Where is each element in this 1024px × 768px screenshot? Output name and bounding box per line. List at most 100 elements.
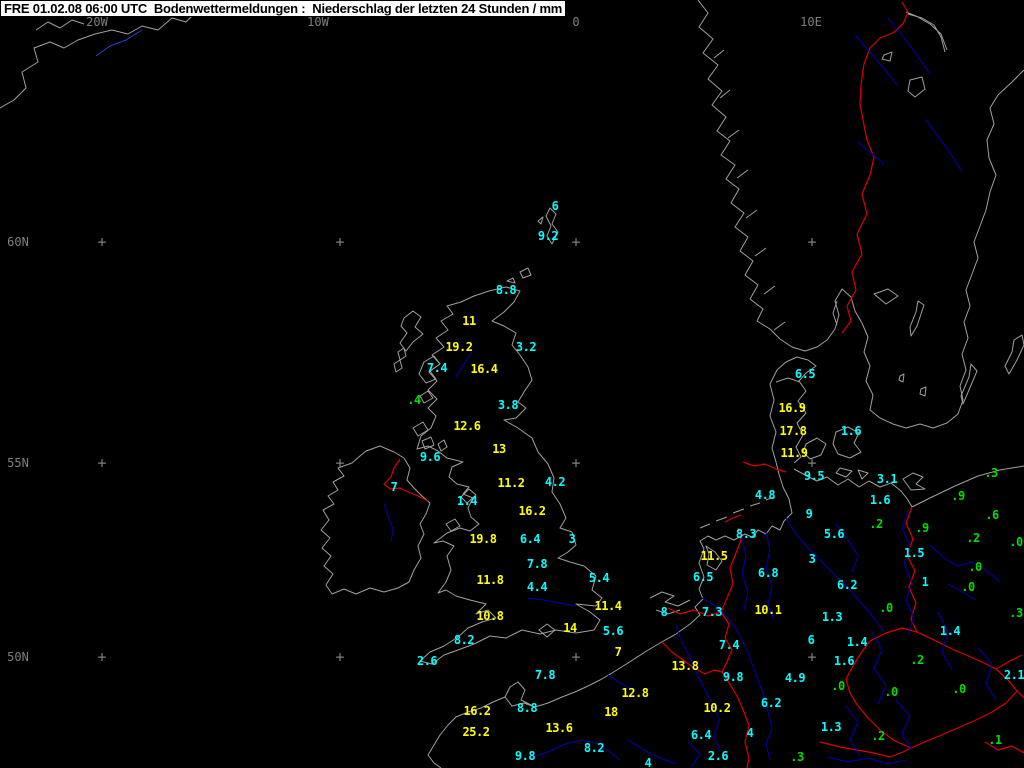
station-value: .9 xyxy=(951,489,965,503)
lon-label: 10W xyxy=(307,15,329,29)
station-value: .0 xyxy=(961,580,975,594)
station-value: .6 xyxy=(985,508,999,522)
station-value: 5.6 xyxy=(602,624,624,638)
station-value: 4 xyxy=(644,756,652,768)
station-value: 13 xyxy=(492,442,506,456)
station-value: 6.4 xyxy=(690,728,712,742)
station-value: 5.4 xyxy=(588,571,610,585)
coastline-iceland-inner xyxy=(35,19,85,31)
coastline-oland xyxy=(960,363,978,405)
station-value: 16.2 xyxy=(518,504,546,518)
station-value: 7.4 xyxy=(426,361,448,375)
borders-layer xyxy=(383,1,1024,768)
coastline-bothnia-inlet xyxy=(905,11,948,53)
station-value: 6.4 xyxy=(519,532,541,546)
coastline-hebrides xyxy=(393,310,448,452)
station-value: 7.3 xyxy=(701,605,723,619)
station-value: .0 xyxy=(879,601,893,615)
station-value: 9.6 xyxy=(419,450,441,464)
station-value: 7 xyxy=(614,645,622,659)
station-value: .2 xyxy=(910,653,924,667)
station-value: 9.8 xyxy=(514,749,536,763)
station-value: 14 xyxy=(563,621,577,635)
border-denmark-germany xyxy=(742,461,787,473)
station-value: 2.1 xyxy=(1003,668,1024,682)
station-value: 9.5 xyxy=(803,469,825,483)
station-value: 3 xyxy=(568,532,576,546)
station-value: 1.6 xyxy=(833,654,855,668)
station-value: .2 xyxy=(869,517,883,531)
station-value: 18 xyxy=(604,705,618,719)
coastline-scandinavia xyxy=(697,0,1024,429)
lon-label: 0 xyxy=(572,15,580,29)
station-value: 7.8 xyxy=(534,668,556,682)
grid-cross: + xyxy=(335,233,345,251)
station-value: 8.8 xyxy=(495,283,517,297)
station-value: 11.8 xyxy=(476,573,504,587)
river-ireland xyxy=(383,502,394,543)
grid-cross: + xyxy=(335,648,345,666)
station-value: 1.4 xyxy=(456,494,478,508)
station-value: 16.4 xyxy=(470,362,498,376)
station-value: 1.3 xyxy=(821,610,843,624)
grid-cross: + xyxy=(571,233,581,251)
grid-cross: + xyxy=(97,648,107,666)
station-value: 17.8 xyxy=(779,424,807,438)
station-value: 16.9 xyxy=(778,401,806,415)
station-value: 9.2 xyxy=(537,229,559,243)
station-value: 11.2 xyxy=(497,476,525,490)
rivers-sweden xyxy=(855,17,963,173)
station-value: 9.8 xyxy=(722,670,744,684)
station-value: .2 xyxy=(966,531,980,545)
station-value: .0 xyxy=(952,682,966,696)
station-value: 4.9 xyxy=(784,671,806,685)
station-value: 4 xyxy=(746,726,754,740)
station-value: 2.6 xyxy=(707,749,729,763)
station-value: .1 xyxy=(988,733,1002,747)
river-thames xyxy=(527,597,577,607)
station-value: .4 xyxy=(407,393,421,407)
station-value: .3 xyxy=(1009,606,1023,620)
grid-cross: + xyxy=(335,454,345,472)
station-value: 12.6 xyxy=(453,419,481,433)
station-value: .2 xyxy=(871,729,885,743)
lat-label: 60N xyxy=(7,235,29,249)
station-value: 7 xyxy=(390,480,398,494)
station-value: .0 xyxy=(1009,535,1023,549)
station-value: 4.2 xyxy=(544,475,566,489)
station-value: 3.2 xyxy=(515,340,537,354)
station-value: .0 xyxy=(968,560,982,574)
station-value: 11 xyxy=(462,314,476,328)
grid-cross: + xyxy=(807,233,817,251)
grid-cross: + xyxy=(571,454,581,472)
station-value: 13.6 xyxy=(545,721,573,735)
station-value: 19.2 xyxy=(445,340,473,354)
lakes-sweden xyxy=(873,51,927,397)
rivers-france xyxy=(627,739,701,767)
station-value: 3.1 xyxy=(876,472,898,486)
border-austria-germany xyxy=(819,741,912,758)
station-value: 1.6 xyxy=(840,424,862,438)
station-value: 7.8 xyxy=(526,557,548,571)
station-value: 4.8 xyxy=(754,488,776,502)
station-value: 6.5 xyxy=(692,570,714,584)
grid-cross: + xyxy=(97,454,107,472)
station-value: 7.4 xyxy=(718,638,740,652)
border-norway-sweden xyxy=(841,1,909,334)
station-value: 5.6 xyxy=(823,527,845,541)
station-value: 1.4 xyxy=(939,624,961,638)
station-value: 10.2 xyxy=(703,701,731,715)
station-value: 12.8 xyxy=(621,686,649,700)
rivers-layer xyxy=(95,17,1001,767)
station-value: 6 xyxy=(551,199,559,213)
grid-cross: + xyxy=(807,648,817,666)
station-value: 6.5 xyxy=(794,367,816,381)
station-value: 6 xyxy=(807,633,815,647)
station-value: .3 xyxy=(790,750,804,764)
station-value: 11.9 xyxy=(780,446,808,460)
station-value: 11.4 xyxy=(594,599,622,613)
coastline-gotland xyxy=(1004,334,1024,375)
river-seine xyxy=(529,739,621,761)
station-value: 6.2 xyxy=(836,578,858,592)
station-value: 11.5 xyxy=(700,549,728,563)
